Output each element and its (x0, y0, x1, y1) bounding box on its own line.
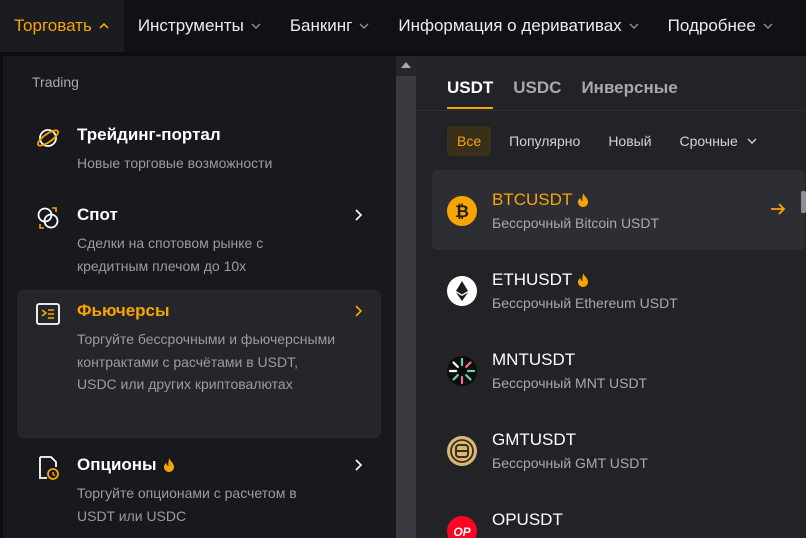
contract-row-gmtusdt[interactable]: GMTUSDT Бессрочный GMT USDT (432, 410, 805, 490)
contract-name: BTCUSDT (492, 190, 589, 210)
nav-item-more[interactable]: Подробнее (654, 0, 788, 52)
contract-symbol: GMTUSDT (492, 430, 577, 449)
fire-icon (577, 193, 589, 207)
menu-item-futures[interactable]: Фьючерсы Торгуйте бессрочными и фьючерсн… (17, 290, 381, 438)
menu-item-desc: Торгуйте бессрочными и фьючерсными контр… (77, 331, 336, 392)
chevron-down-icon (628, 20, 640, 32)
contract-symbol: ETHUSDT (492, 270, 573, 289)
planet-icon (35, 125, 61, 151)
chevron-right-icon (351, 208, 365, 222)
chevron-down-icon (762, 20, 774, 32)
top-navigation: Торговать Инструменты Банкинг Информация… (0, 0, 806, 52)
mantle-icon (446, 355, 478, 387)
menu-item-desc: Сделки на спотовом рынке с кредитным пле… (77, 235, 264, 274)
menu-item-title: Спот (77, 205, 118, 224)
tab-inverse[interactable]: Инверсные (581, 78, 677, 109)
contract-name: GMTUSDT (492, 430, 576, 450)
tab-usdc[interactable]: USDC (513, 78, 561, 109)
filter-chips: Все Популярно Новый Срочные (447, 126, 768, 156)
options-icon (35, 455, 61, 481)
settlement-tabs: USDT USDC Инверсные (447, 78, 678, 109)
nav-item-derivatives-info[interactable]: Информация о деривативах (384, 0, 653, 52)
filter-popular[interactable]: Популярно (499, 126, 590, 156)
contracts-scrollbar-thumb[interactable] (801, 191, 806, 213)
svg-text:OP: OP (453, 525, 471, 538)
menu-item-title-text: Опционы (77, 455, 157, 474)
filter-label: Срочные (679, 133, 738, 149)
stepn-gmt-icon (446, 435, 478, 467)
contract-name: ETHUSDT (492, 270, 589, 290)
fire-icon (577, 273, 589, 287)
contract-desc: Бессрочный Ethereum USDT (492, 295, 678, 311)
contracts-panel: USDT USDC Инверсные Все Популярно Новый … (416, 56, 806, 538)
scroll-up-arrow-icon[interactable] (396, 56, 416, 74)
menu-scrollbar[interactable] (396, 56, 416, 538)
menu-item-title: Трейдинг-портал (77, 125, 221, 144)
page-edge (0, 56, 3, 538)
contract-name: MNTUSDT (492, 350, 575, 370)
spot-exchange-icon (35, 205, 61, 231)
menu-item-spot[interactable]: Спот Сделки на спотовом рынке с кредитны… (17, 194, 381, 280)
optimism-icon: OP (446, 515, 478, 538)
contract-symbol: MNTUSDT (492, 350, 576, 369)
contract-desc: Бессрочный GMT USDT (492, 455, 648, 471)
menu-item-options[interactable]: Опционы Торгуйте опционами с расчетом в … (17, 444, 381, 530)
filter-all[interactable]: Все (447, 126, 492, 156)
chevron-down-icon (358, 20, 370, 32)
contract-row-btcusdt[interactable]: ₿ BTCUSDT Бессрочный Bitcoin USDT (432, 170, 805, 250)
chevron-down-icon (746, 135, 758, 147)
menu-item-title: Фьючерсы (77, 301, 170, 320)
contract-row-ethusdt[interactable]: ETHUSDT Бессрочный Ethereum USDT (432, 250, 805, 330)
nav-item-tools[interactable]: Инструменты (124, 0, 276, 52)
section-label: Trading (32, 74, 79, 90)
filter-futures-dropdown[interactable]: Срочные (670, 126, 768, 156)
chevron-down-icon (250, 20, 262, 32)
fire-icon (163, 458, 175, 472)
filter-new[interactable]: Новый (598, 126, 661, 156)
tab-usdt[interactable]: USDT (447, 78, 494, 109)
svg-text:₿: ₿ (455, 202, 469, 221)
bitcoin-icon: ₿ (446, 195, 478, 227)
futures-icon (35, 301, 61, 327)
contract-row-opusdt[interactable]: OP OPUSDT (432, 490, 805, 538)
chevron-right-icon (351, 458, 365, 472)
chevron-up-icon (98, 20, 110, 32)
contract-symbol: OPUSDT (492, 510, 563, 529)
menu-item-trading-portal[interactable]: Трейдинг-портал Новые торговые возможнос… (17, 114, 381, 180)
menu-item-desc: Новые торговые возможности (77, 155, 273, 171)
nav-item-label: Подробнее (667, 16, 756, 35)
nav-item-label: Информация о деривативах (398, 16, 622, 35)
contract-desc: Бессрочный Bitcoin USDT (492, 215, 660, 231)
scrollbar-thumb[interactable] (396, 76, 416, 538)
nav-item-label: Инструменты (137, 16, 244, 35)
contract-name: OPUSDT (492, 510, 563, 530)
nav-item-trade[interactable]: Торговать (0, 0, 124, 52)
menu-item-desc: Торгуйте опционами с расчетом в USDT или… (77, 485, 297, 524)
nav-item-banking[interactable]: Банкинг (276, 0, 385, 52)
nav-item-label: Банкинг (289, 16, 353, 35)
arrow-right-icon (769, 200, 787, 218)
nav-item-label: Торговать (14, 16, 92, 35)
menu-item-title: Опционы (77, 455, 175, 475)
contract-symbol: BTCUSDT (492, 190, 573, 209)
tabs-divider (416, 110, 806, 111)
chevron-right-icon (351, 304, 365, 318)
contract-desc: Бессрочный MNT USDT (492, 375, 648, 391)
contract-row-mntusdt[interactable]: MNTUSDT Бессрочный MNT USDT (432, 330, 805, 410)
ethereum-icon (446, 275, 478, 307)
